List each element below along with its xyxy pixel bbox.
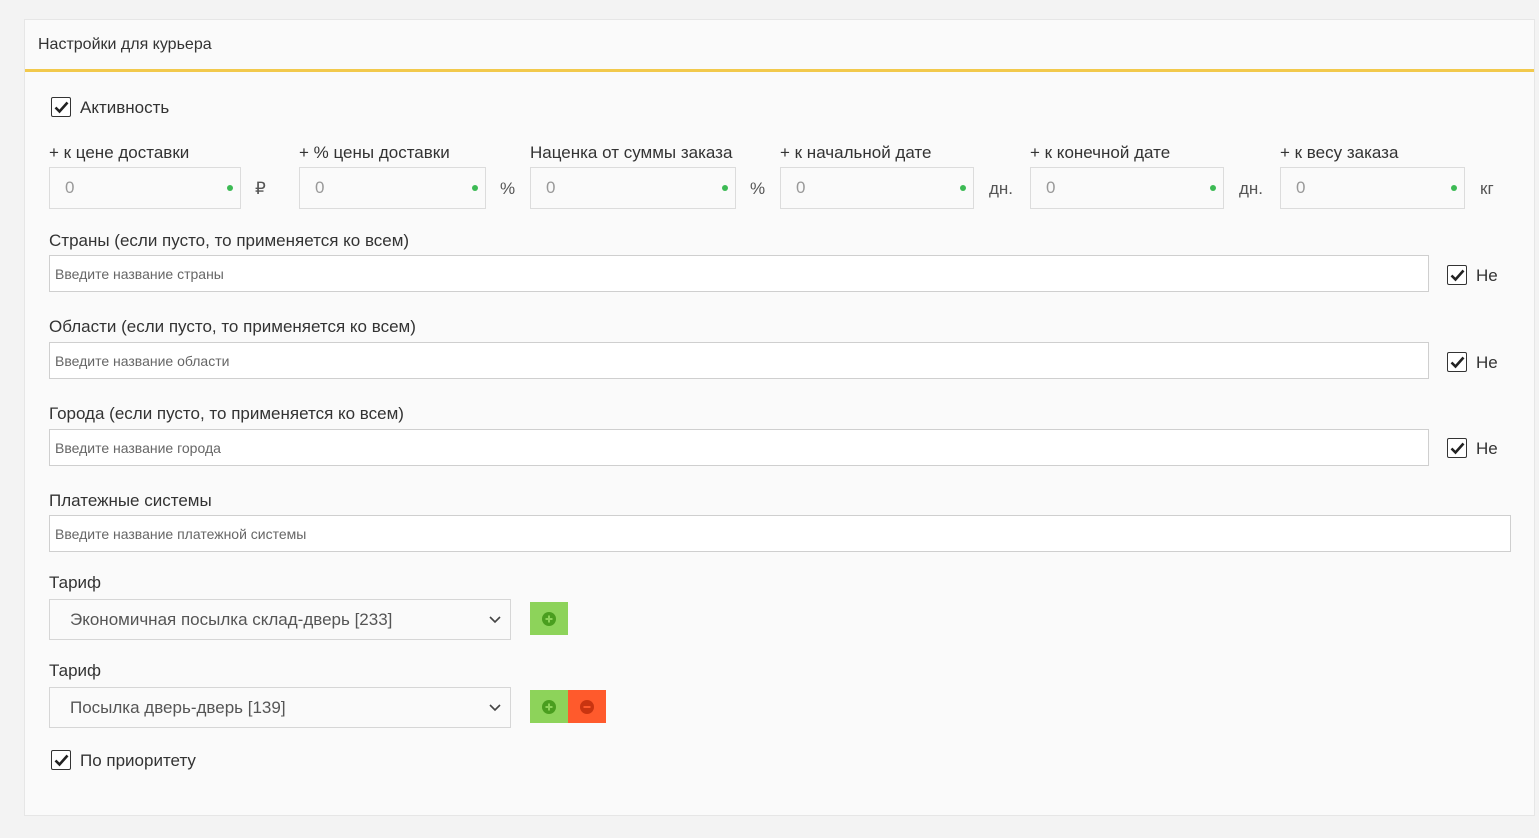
plus-circle-icon [542, 611, 556, 626]
countries-label: Страны (если пусто, то применяется ко вс… [49, 231, 410, 250]
check-icon [54, 754, 68, 766]
tariff-select[interactable]: Экономичная посылка склад-дверь [233] [49, 599, 511, 640]
countries-negate-label: Не [1476, 266, 1498, 285]
payment-systems-label: Платежные системы [49, 491, 212, 510]
payment-systems-input[interactable]: Введите название платежной системы [49, 515, 1511, 552]
cities-label: Города (если пусто, то применяется ко вс… [49, 404, 404, 423]
order-weight-input[interactable]: 0 [1280, 167, 1465, 209]
chevron-down-icon [489, 616, 501, 624]
end-date-input[interactable]: 0 [1030, 167, 1224, 209]
end-date-label: + к конечной дате [1030, 143, 1171, 162]
countries-input[interactable]: Введите название страны [49, 255, 1429, 292]
delivery-percent-input[interactable]: 0 [299, 167, 486, 209]
percent-unit: % [500, 179, 516, 198]
regions-negate-label: Не [1476, 353, 1498, 372]
delivery-price-label: + к цене доставки [49, 143, 190, 162]
add-tariff-button[interactable] [530, 602, 568, 635]
regions-negate-checkbox[interactable] [1447, 352, 1467, 372]
check-icon [1450, 356, 1464, 368]
delivery-percent-label: + % цены доставки [299, 143, 450, 162]
status-dot-icon [1451, 185, 1457, 191]
cities-input[interactable]: Введите название города [49, 429, 1429, 466]
remove-tariff-button[interactable] [568, 690, 606, 723]
ruble-unit: ₽ [255, 179, 266, 198]
tariff-select[interactable]: Посылка дверь-дверь [139] [49, 687, 511, 728]
status-dot-icon [960, 185, 966, 191]
kg-unit: кг [1480, 179, 1494, 198]
order-markup-label: Наценка от суммы заказа [530, 143, 733, 162]
regions-input[interactable]: Введите название области [49, 342, 1429, 379]
order-weight-label: + к весу заказа [1280, 143, 1399, 162]
order-markup-input[interactable]: 0 [530, 167, 736, 209]
panel-header: Настройки для курьера [25, 20, 1534, 72]
activity-label: Активность [80, 98, 170, 117]
priority-checkbox[interactable] [51, 750, 71, 770]
panel-title: Настройки для курьера [38, 35, 212, 53]
tariff-label: Тариф [49, 573, 102, 592]
check-icon [1450, 442, 1464, 454]
cities-negate-checkbox[interactable] [1447, 438, 1467, 458]
delivery-price-input[interactable]: 0 [49, 167, 241, 209]
add-tariff-button[interactable] [530, 690, 568, 723]
chevron-down-icon [489, 704, 501, 712]
countries-negate-checkbox[interactable] [1447, 265, 1467, 285]
cities-negate-label: Не [1476, 439, 1498, 458]
plus-circle-icon [542, 699, 556, 714]
check-icon [1450, 269, 1464, 281]
check-icon [54, 101, 68, 113]
status-dot-icon [472, 185, 478, 191]
tariff-label: Тариф [49, 661, 102, 680]
status-dot-icon [227, 185, 233, 191]
percent-unit: % [750, 179, 766, 198]
minus-circle-icon [580, 699, 594, 714]
days-unit: дн. [1239, 179, 1264, 198]
activity-checkbox[interactable] [51, 97, 71, 117]
priority-label: По приоритету [80, 751, 196, 770]
regions-label: Области (если пусто, то применяется ко в… [49, 317, 416, 336]
start-date-input[interactable]: 0 [780, 167, 974, 209]
start-date-label: + к начальной дате [780, 143, 932, 162]
status-dot-icon [1210, 185, 1216, 191]
days-unit: дн. [989, 179, 1014, 198]
status-dot-icon [722, 185, 728, 191]
